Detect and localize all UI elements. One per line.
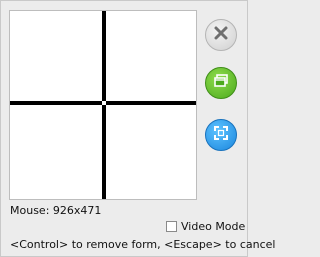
video-mode-checkbox[interactable] — [166, 221, 177, 232]
capture-panel: Mouse: 926x471 Video Mode <Control> to r… — [0, 0, 275, 257]
fullscreen-icon — [213, 125, 229, 145]
magnifier-view — [9, 10, 197, 200]
mouse-coordinates: 926x471 — [52, 204, 102, 217]
fullscreen-capture-button[interactable] — [205, 119, 237, 151]
crosshair-vertical — [102, 11, 106, 199]
mouse-position: Mouse: 926x471 — [10, 204, 101, 217]
window-capture-button[interactable] — [205, 67, 237, 99]
video-mode-option[interactable]: Video Mode — [166, 220, 245, 233]
mouse-label: Mouse: — [10, 204, 50, 217]
instruction-hint: <Control> to remove form, <Escape> to ca… — [10, 238, 276, 251]
close-button[interactable] — [205, 19, 237, 51]
crosshair-center — [102, 101, 106, 105]
window-icon — [213, 73, 229, 93]
close-icon — [213, 25, 229, 45]
video-mode-label: Video Mode — [181, 220, 246, 233]
